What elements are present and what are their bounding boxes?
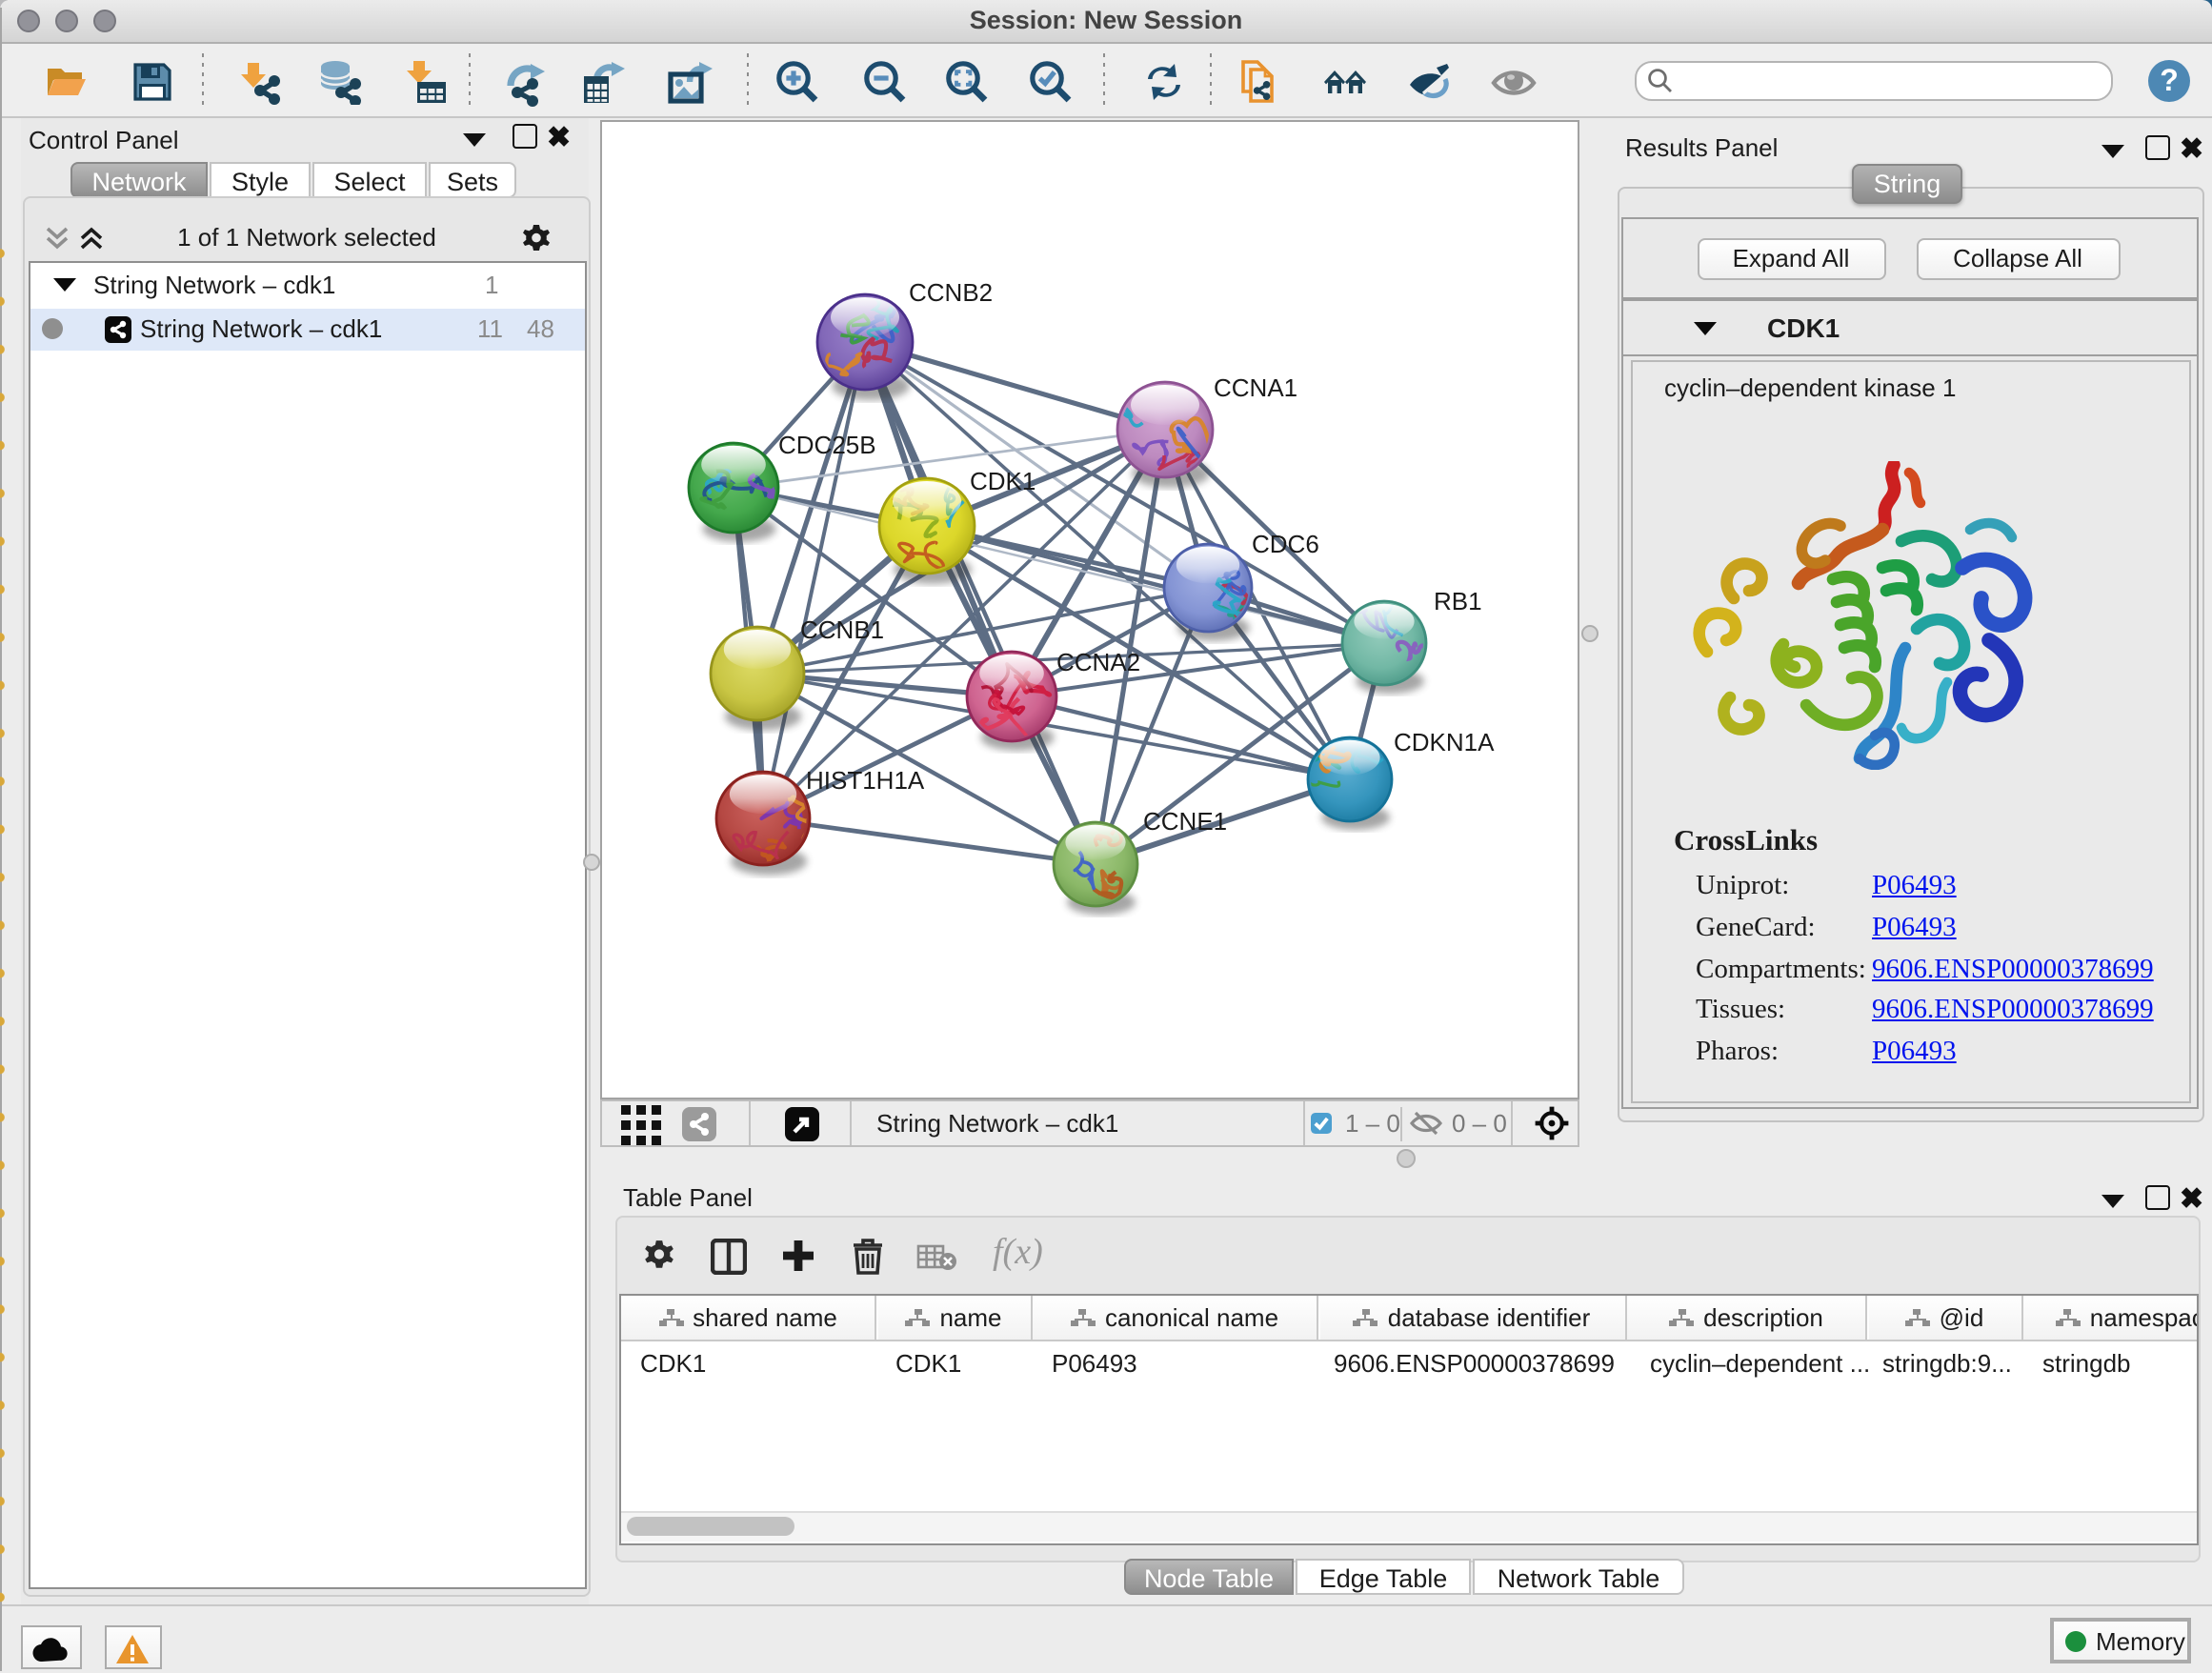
svg-text:CDC6: CDC6 [1252, 530, 1319, 558]
svg-text:RB1: RB1 [1434, 587, 1482, 615]
svg-text:CCNE1: CCNE1 [1143, 807, 1227, 836]
svg-text:CDC25B: CDC25B [778, 431, 876, 459]
svg-text:CDKN1A: CDKN1A [1394, 728, 1495, 756]
svg-text:CCNB1: CCNB1 [800, 615, 884, 644]
svg-text:CCNB2: CCNB2 [909, 278, 993, 307]
svg-text:?: ? [2160, 62, 2179, 96]
svg-text:HIST1H1A: HIST1H1A [806, 766, 925, 795]
svg-text:CDK1: CDK1 [970, 467, 1036, 495]
svg-text:CCNA2: CCNA2 [1056, 648, 1140, 676]
svg-text:CCNA1: CCNA1 [1214, 373, 1297, 402]
